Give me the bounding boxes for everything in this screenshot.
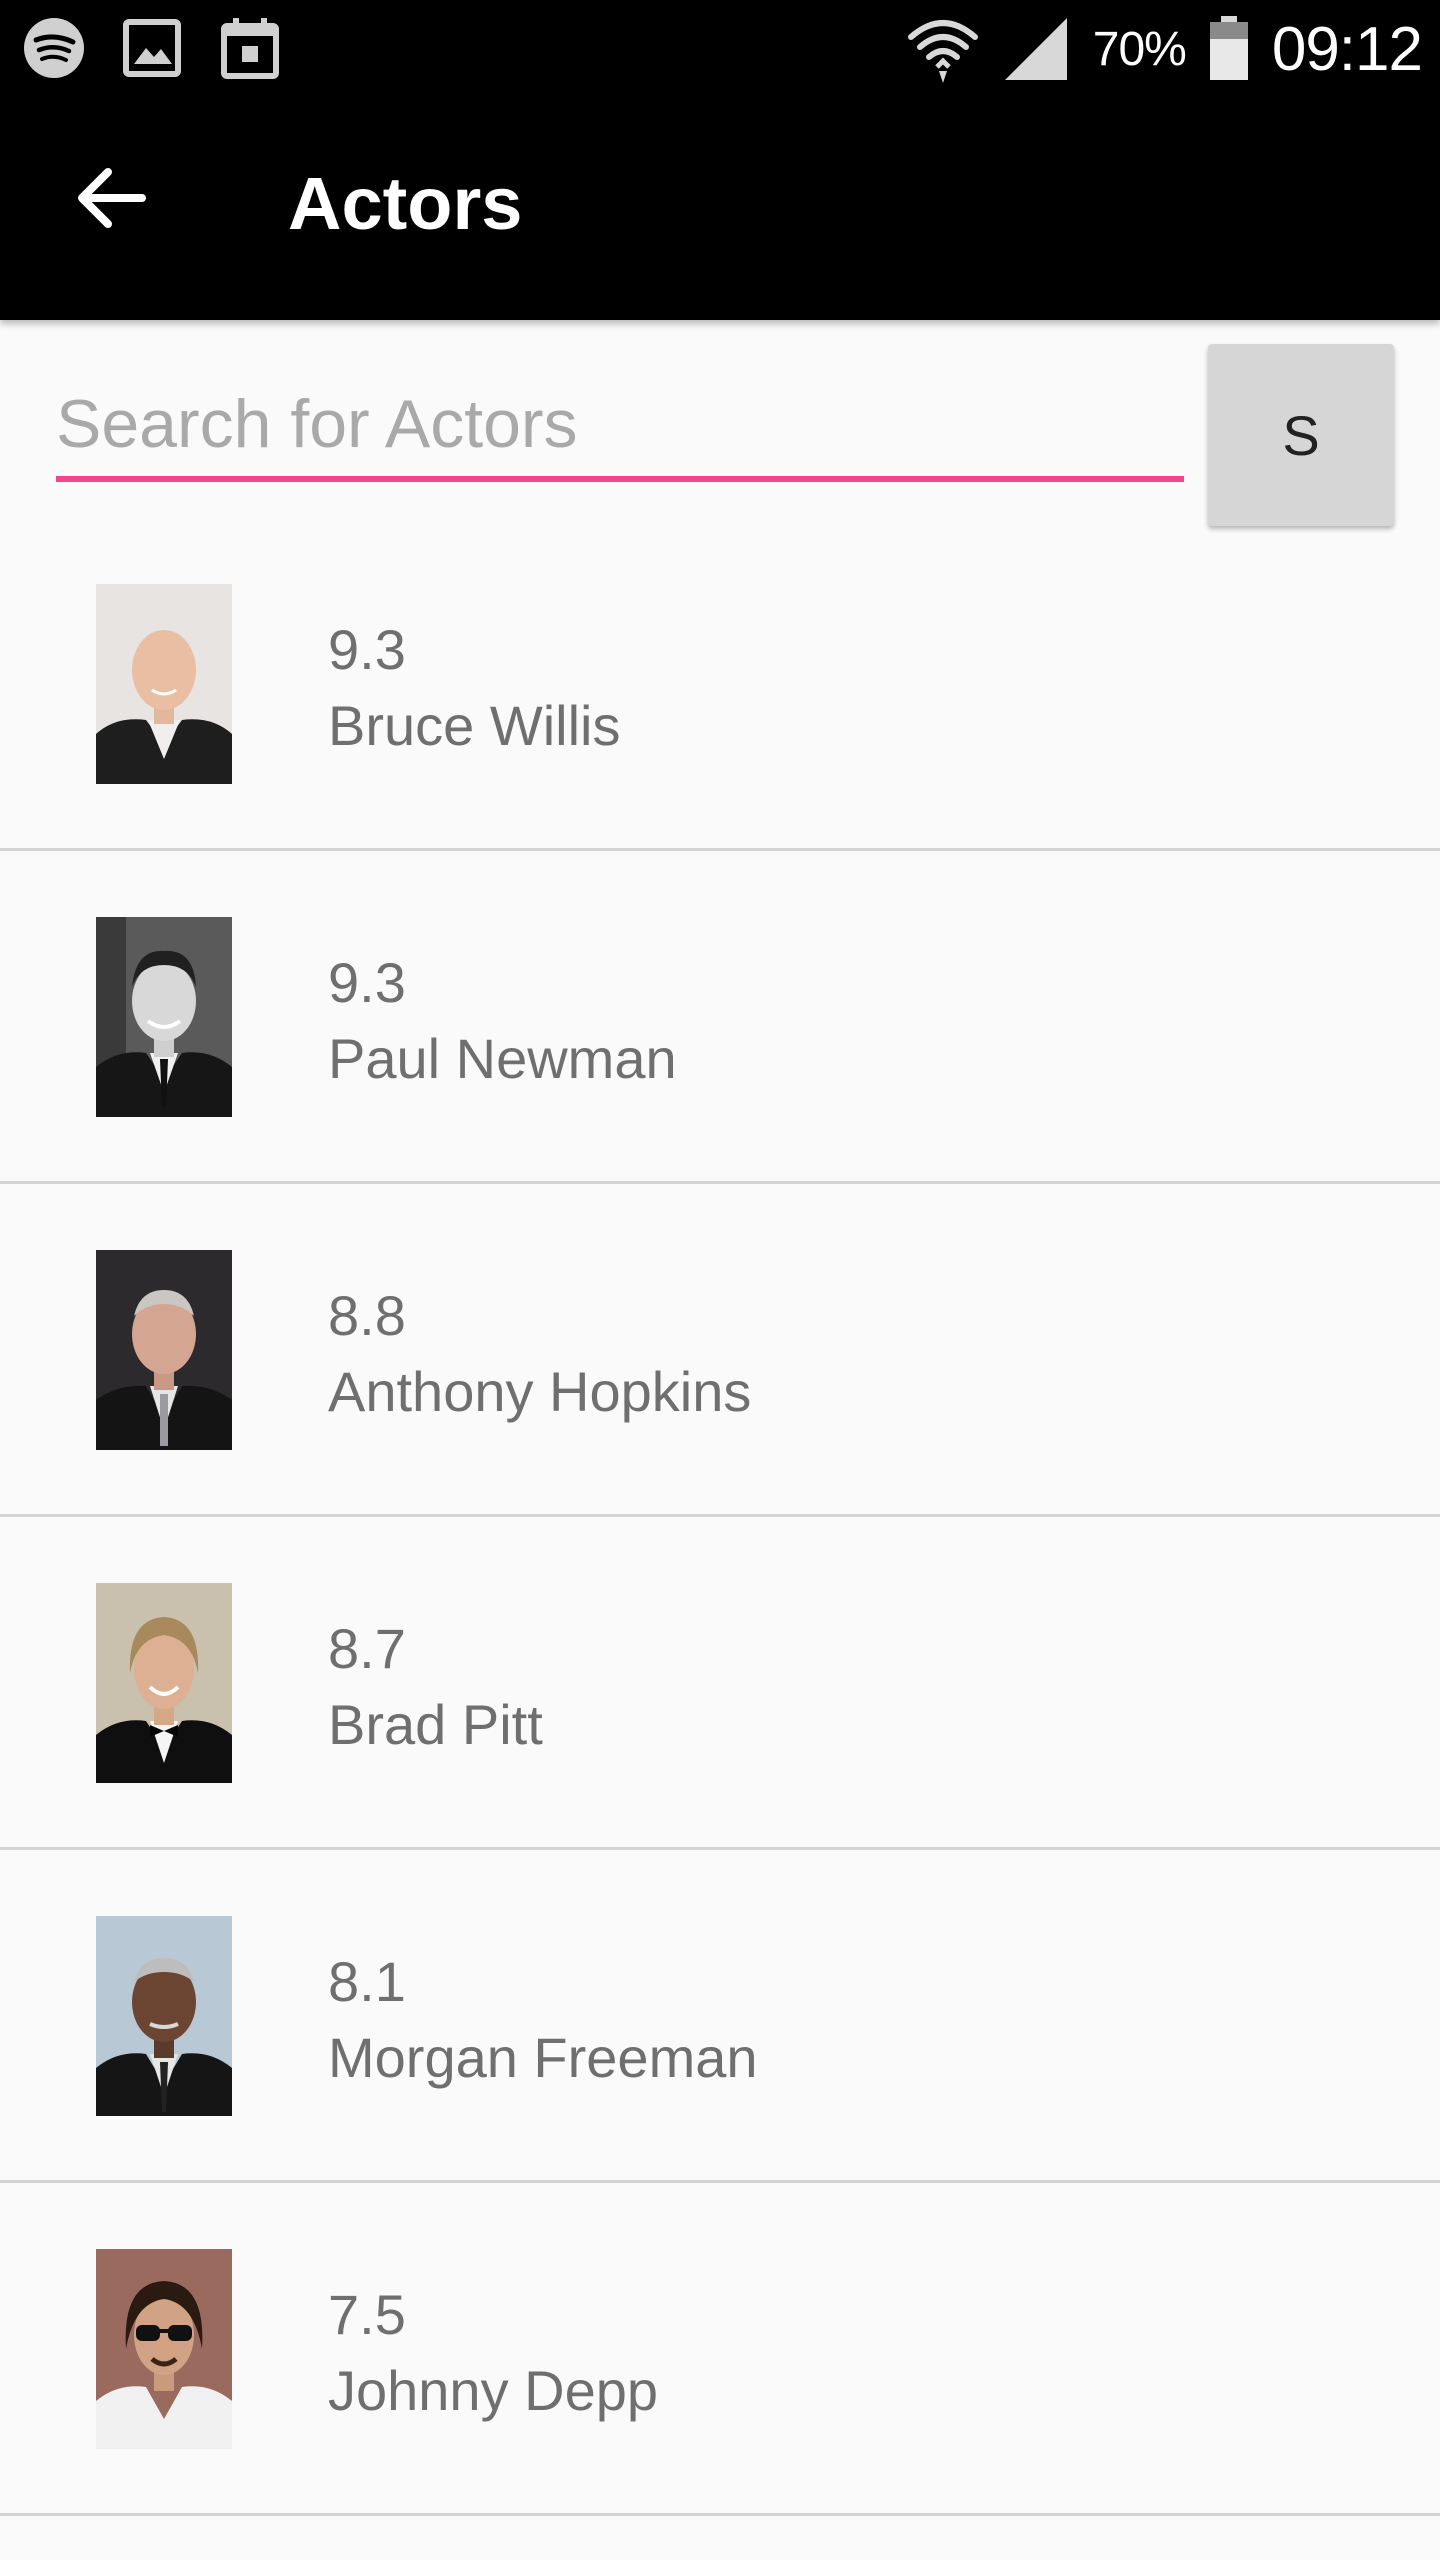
actor-list-item[interactable]: 7.5 Johnny Depp — [0, 2183, 1440, 2516]
actor-photo — [96, 1250, 232, 1450]
actor-photo — [96, 584, 232, 784]
battery-percent: 70% — [1092, 22, 1187, 76]
actor-photo — [96, 1583, 232, 1783]
page-title: Actors — [288, 162, 523, 245]
actor-name: Johnny Depp — [328, 2359, 659, 2422]
actor-name: Brad Pitt — [328, 1693, 543, 1756]
actor-name: Anthony Hopkins — [328, 1360, 752, 1423]
actor-list-item[interactable]: 8.7 Brad Pitt — [0, 1517, 1440, 1850]
status-left-icons — [22, 16, 282, 80]
signal-icon — [1004, 18, 1067, 80]
gallery-icon — [123, 19, 181, 77]
arrow-back-icon — [78, 168, 146, 228]
actor-rating: 9.3 — [328, 618, 406, 681]
actor-name: Bruce Willis — [328, 694, 621, 757]
status-right-icons: 70% 09:12 — [907, 8, 1423, 90]
actor-name: Morgan Freeman — [328, 2026, 758, 2089]
actor-list-item[interactable]: 9.3 Paul Newman — [0, 851, 1440, 1184]
status-bar: 70% 09:12 — [0, 0, 1440, 98]
actor-list-item[interactable]: 8.1 Morgan Freeman — [0, 1850, 1440, 2183]
app-bar: Actors — [0, 98, 1440, 320]
wifi-icon — [907, 20, 978, 83]
actor-photo — [96, 917, 232, 1117]
actor-rating: 8.7 — [328, 1617, 406, 1680]
actor-rating: 9.3 — [328, 951, 406, 1014]
spotify-icon — [24, 18, 84, 78]
actor-name: Paul Newman — [328, 1027, 677, 1090]
actor-list: 9.3 Bruce Willis 9.3 Paul Newman 8.8 Ant… — [0, 518, 1440, 2516]
actor-photo — [96, 1916, 232, 2116]
search-button[interactable]: S — [1208, 344, 1394, 526]
actor-list-item[interactable]: 9.3 Bruce Willis — [0, 518, 1440, 851]
calendar-icon — [221, 18, 279, 79]
clock: 09:12 — [1271, 14, 1423, 84]
actor-list-item[interactable]: 8.8 Anthony Hopkins — [0, 1184, 1440, 1517]
actor-rating: 8.1 — [328, 1950, 406, 2013]
actor-photo — [96, 2249, 232, 2449]
back-button[interactable] — [62, 148, 162, 248]
actor-rating: 7.5 — [328, 2283, 406, 2346]
battery-icon — [1209, 16, 1248, 80]
actor-rating: 8.8 — [328, 1284, 406, 1347]
search-input[interactable] — [56, 372, 1184, 482]
